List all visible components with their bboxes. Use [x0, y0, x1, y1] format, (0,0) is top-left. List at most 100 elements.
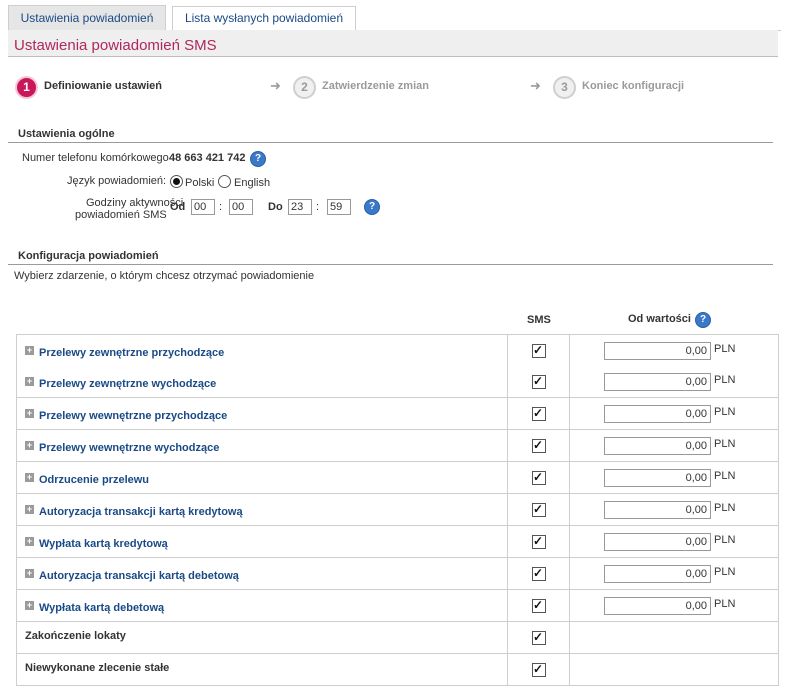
- table-row: + Autoryzacja transakcji kartą kredytową 0…: [16, 494, 779, 526]
- main-panel: Ustawienia powiadomień SMS 1 Definiowani…: [8, 30, 779, 691]
- step-3-label: Koniec konfiguracji: [582, 80, 685, 92]
- amount-input[interactable]: 0,00: [604, 501, 711, 519]
- expand-icon[interactable]: +: [25, 377, 34, 386]
- language-option-polski: Polski: [185, 177, 215, 189]
- sms-checkbox[interactable]: [532, 566, 546, 581]
- currency-label: PLN: [714, 406, 736, 418]
- table-row: + Odrzucenie przelewu 0,00PLN: [16, 462, 779, 494]
- column-divider: [569, 335, 570, 366]
- phone-label: Numer telefonu komórkowego: [22, 152, 169, 164]
- amount-input[interactable]: 0,00: [604, 597, 711, 615]
- sms-checkbox[interactable]: [532, 502, 546, 517]
- sms-checkbox[interactable]: [532, 630, 546, 645]
- step-1-badge: 1: [15, 76, 38, 99]
- column-divider: [507, 430, 508, 461]
- sms-checkbox[interactable]: [532, 406, 546, 421]
- amount-input[interactable]: 0,00: [604, 342, 711, 360]
- column-divider: [507, 622, 508, 653]
- row-label: Zakończenie lokaty: [25, 630, 126, 642]
- config-title: Konfiguracja powiadomień: [18, 250, 159, 262]
- sms-checkbox[interactable]: [532, 343, 546, 358]
- from-minute-input[interactable]: 00: [229, 199, 253, 215]
- general-settings-title: Ustawienia ogólne: [18, 128, 115, 140]
- row-label[interactable]: Przelewy wewnętrzne przychodzące: [39, 410, 227, 422]
- expand-icon[interactable]: +: [25, 601, 34, 610]
- amount-input[interactable]: 0,00: [604, 469, 711, 487]
- expand-icon[interactable]: +: [25, 346, 34, 355]
- wizard-steps: 1 Definiowanie ustawień ➜ 2 Zatwierdzeni…: [8, 74, 778, 100]
- step-3-badge: 3: [553, 76, 576, 99]
- amount-input[interactable]: 0,00: [604, 373, 711, 391]
- row-label[interactable]: Autoryzacja transakcji kartą kredytową: [39, 506, 243, 518]
- language-radio-polski[interactable]: [170, 175, 183, 188]
- section-divider: [8, 142, 773, 143]
- currency-label: PLN: [714, 598, 736, 610]
- amount-input[interactable]: 0,00: [604, 533, 711, 551]
- tab-notification-settings[interactable]: Ustawienia powiadomień: [8, 5, 166, 31]
- table-row: + Przelewy zewnętrzne przychodzące 0,00PLN: [16, 334, 779, 367]
- from-label: Od: [170, 201, 186, 213]
- currency-label: PLN: [714, 343, 736, 355]
- currency-label: PLN: [714, 566, 736, 578]
- column-header-from-value: Od wartości: [628, 313, 691, 325]
- help-icon[interactable]: ?: [364, 199, 380, 215]
- expand-icon[interactable]: +: [25, 505, 34, 514]
- to-hour-input[interactable]: 23: [288, 199, 312, 215]
- expand-icon[interactable]: +: [25, 409, 34, 418]
- amount-input[interactable]: 0,00: [604, 405, 711, 423]
- expand-icon[interactable]: +: [25, 537, 34, 546]
- table-row: + Przelewy wewnętrzne przychodzące 0,00PLN: [16, 398, 779, 430]
- tab-sent-notifications[interactable]: Lista wysłanych powiadomień: [172, 6, 356, 30]
- amount-input[interactable]: 0,00: [604, 437, 711, 455]
- sms-checkbox[interactable]: [532, 470, 546, 485]
- to-minute-input[interactable]: 59: [327, 199, 351, 215]
- column-divider: [569, 462, 570, 493]
- language-radio-english[interactable]: [218, 175, 231, 188]
- sms-checkbox[interactable]: [532, 438, 546, 453]
- table-row: + Przelewy zewnętrzne wychodzące 0,00PLN: [16, 366, 779, 398]
- colon: :: [316, 201, 320, 213]
- column-divider: [507, 462, 508, 493]
- table-row: + Przelewy wewnętrzne wychodzące 0,00PLN: [16, 430, 779, 462]
- row-label[interactable]: Wypłata kartą debetową: [39, 602, 164, 614]
- sms-checkbox[interactable]: [532, 374, 546, 389]
- step-1-label: Definiowanie ustawień: [44, 80, 162, 92]
- row-label[interactable]: Wypłata kartą kredytową: [39, 538, 168, 550]
- column-divider: [507, 526, 508, 557]
- expand-icon[interactable]: +: [25, 569, 34, 578]
- row-label[interactable]: Odrzucenie przelewu: [39, 474, 149, 486]
- column-divider: [569, 494, 570, 525]
- expand-icon[interactable]: +: [25, 441, 34, 450]
- row-label[interactable]: Autoryzacja transakcji kartą debetową: [39, 570, 239, 582]
- sms-checkbox[interactable]: [532, 534, 546, 549]
- currency-label: PLN: [714, 502, 736, 514]
- arrow-right-icon: ➜: [270, 78, 281, 93]
- hours-label-line2: powiadomień SMS: [75, 209, 167, 221]
- column-divider: [507, 558, 508, 589]
- column-divider: [507, 398, 508, 429]
- phone-value: 48 663 421 742: [169, 152, 246, 164]
- expand-icon[interactable]: +: [25, 473, 34, 482]
- help-icon[interactable]: ?: [695, 312, 711, 328]
- column-divider: [507, 494, 508, 525]
- language-label: Język powiadomień:: [67, 175, 167, 187]
- sms-checkbox[interactable]: [532, 662, 546, 677]
- column-divider: [569, 430, 570, 461]
- column-divider: [569, 558, 570, 589]
- to-label: Do: [268, 201, 283, 213]
- column-divider: [569, 398, 570, 429]
- colon: :: [219, 201, 223, 213]
- column-divider: [569, 654, 570, 685]
- step-2-badge: 2: [293, 76, 316, 99]
- column-divider: [507, 590, 508, 621]
- section-divider: [8, 264, 773, 265]
- amount-input[interactable]: 0,00: [604, 565, 711, 583]
- help-icon[interactable]: ?: [250, 151, 266, 167]
- table-row: + Wypłata kartą debetową 0,00PLN: [16, 590, 779, 622]
- row-label[interactable]: Przelewy zewnętrzne wychodzące: [39, 378, 216, 390]
- from-hour-input[interactable]: 00: [191, 199, 215, 215]
- row-label[interactable]: Przelewy zewnętrzne przychodzące: [39, 347, 224, 359]
- sms-checkbox[interactable]: [532, 598, 546, 613]
- row-label[interactable]: Przelewy wewnętrzne wychodzące: [39, 442, 219, 454]
- config-subtitle: Wybierz zdarzenie, o którym chcesz otrzy…: [14, 270, 315, 282]
